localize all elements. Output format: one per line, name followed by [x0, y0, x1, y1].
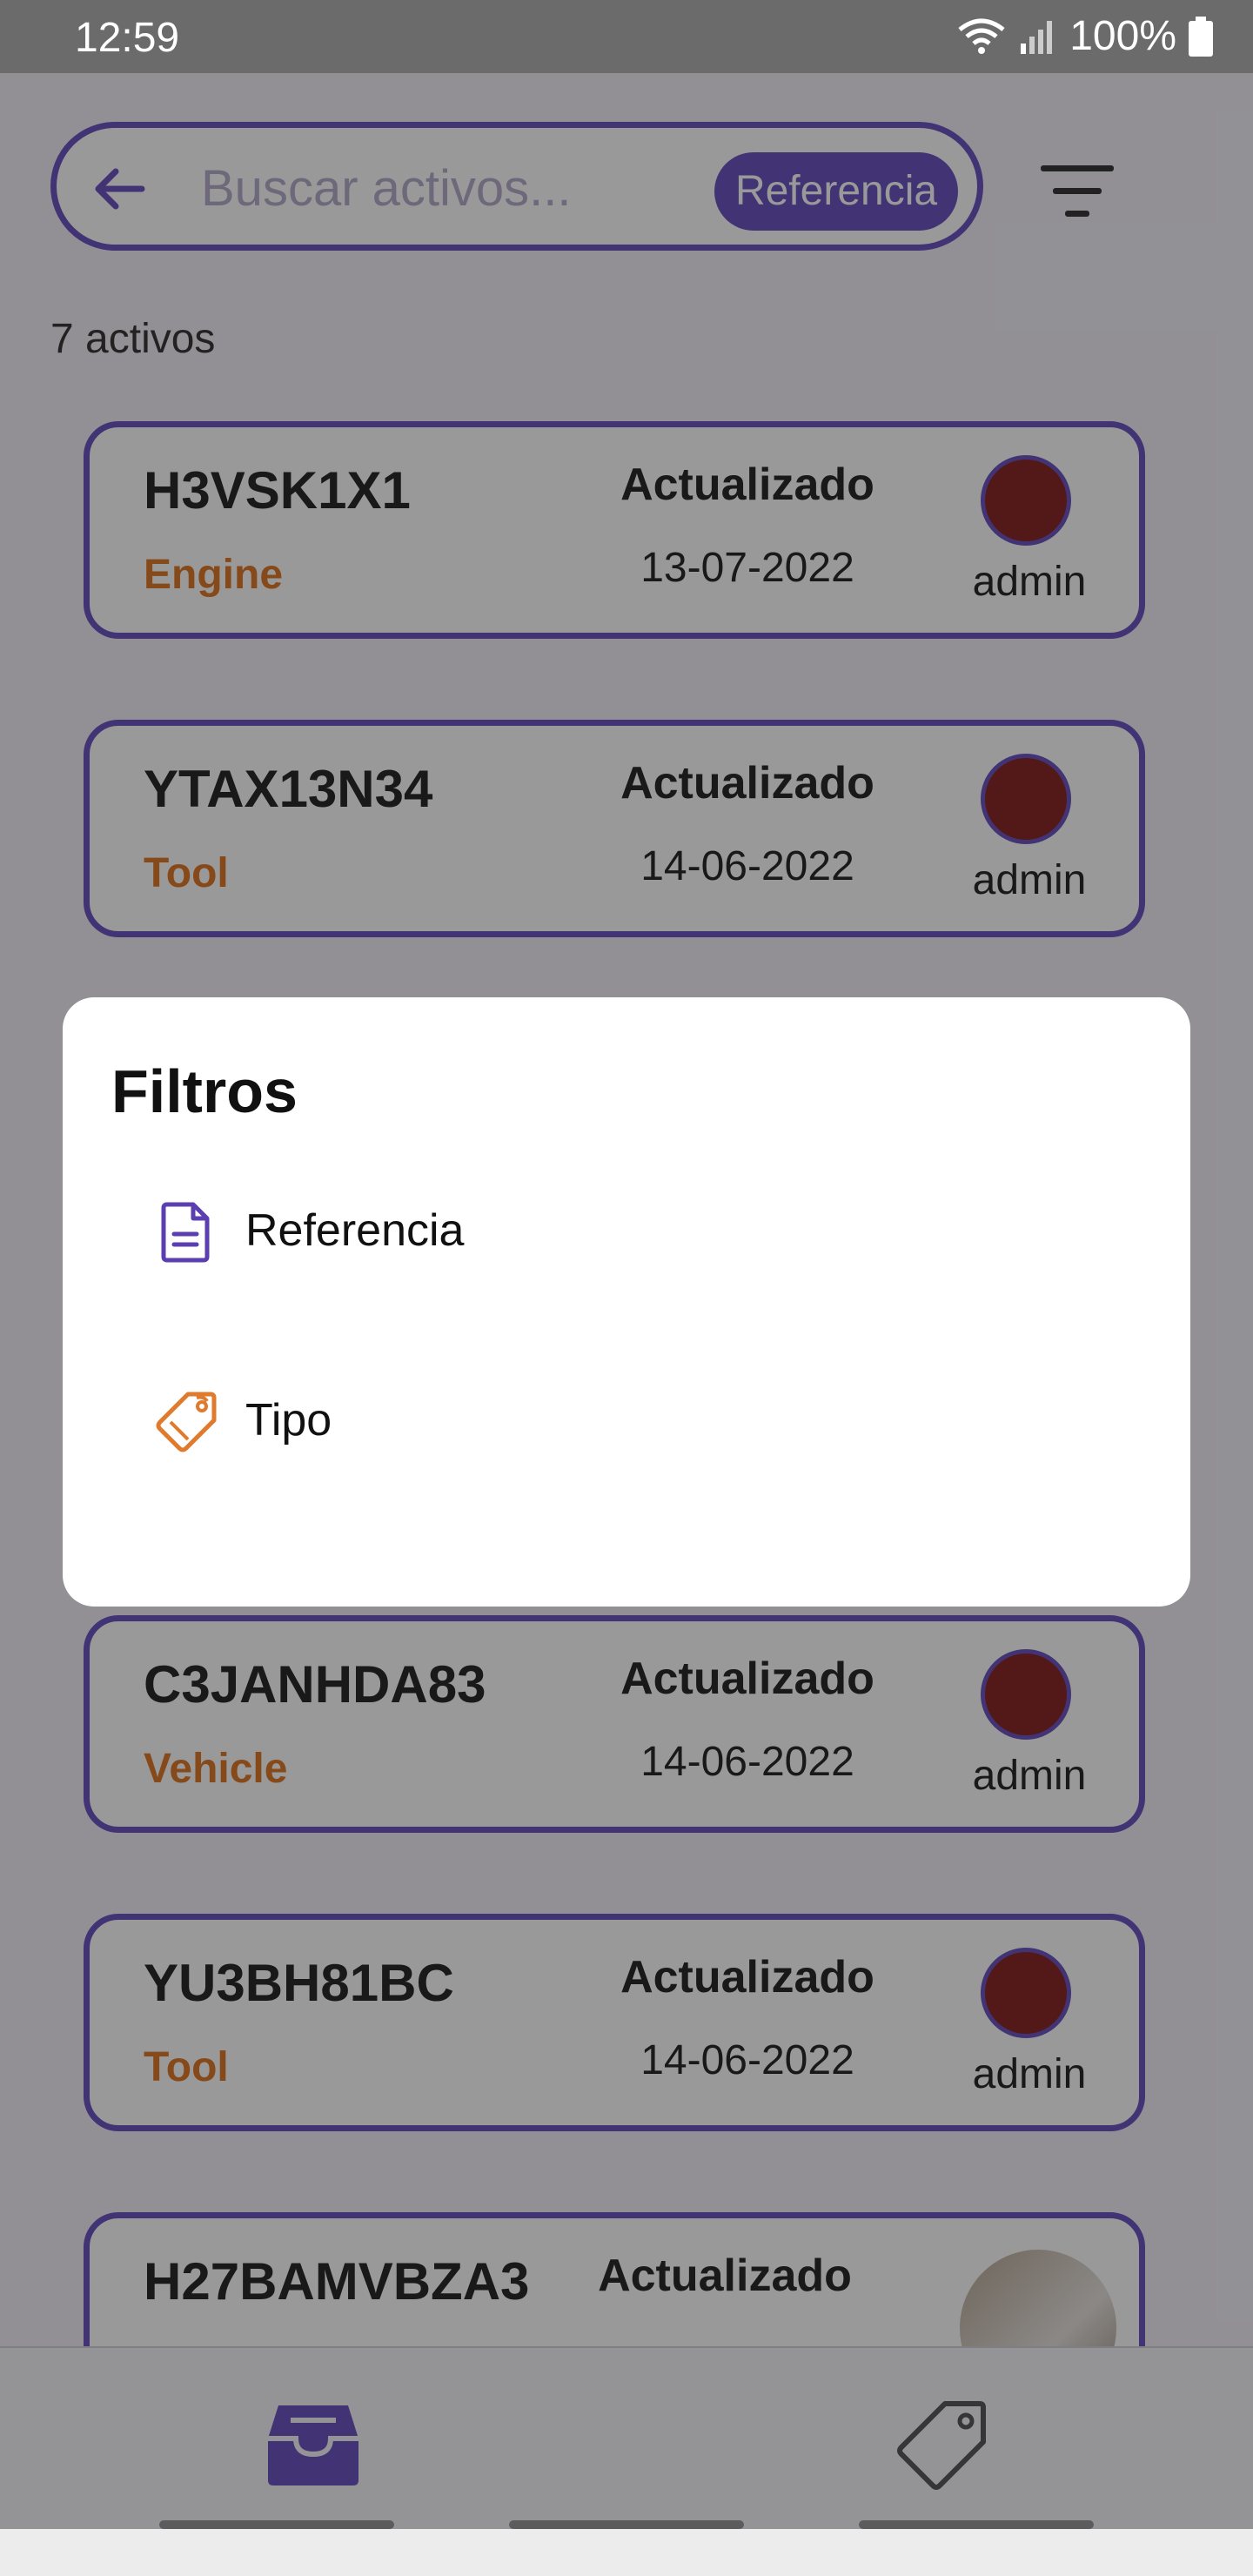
battery-percent: 100% — [1069, 13, 1176, 59]
signal-icon — [1021, 20, 1053, 54]
dialog-title: Filtros — [111, 1057, 298, 1125]
battery-icon — [1189, 16, 1213, 57]
filter-option-label: Tipo — [245, 1395, 332, 1446]
system-navigation-bar — [0, 2529, 1253, 2576]
filter-dialog: Filtros Referencia Tipo — [63, 997, 1190, 1607]
filter-option-label: Referencia — [245, 1205, 465, 1256]
tag-icon — [156, 1392, 217, 1452]
wifi-icon — [958, 18, 1005, 54]
filter-option-tipo[interactable]: Tipo — [63, 1335, 1190, 1509]
filter-option-referencia[interactable]: Referencia — [63, 1145, 1190, 1319]
status-bar: 12:59 100% — [0, 0, 1253, 73]
status-time: 12:59 — [75, 15, 180, 61]
document-icon — [161, 1202, 210, 1263]
status-indicators: 100% — [956, 12, 1213, 60]
